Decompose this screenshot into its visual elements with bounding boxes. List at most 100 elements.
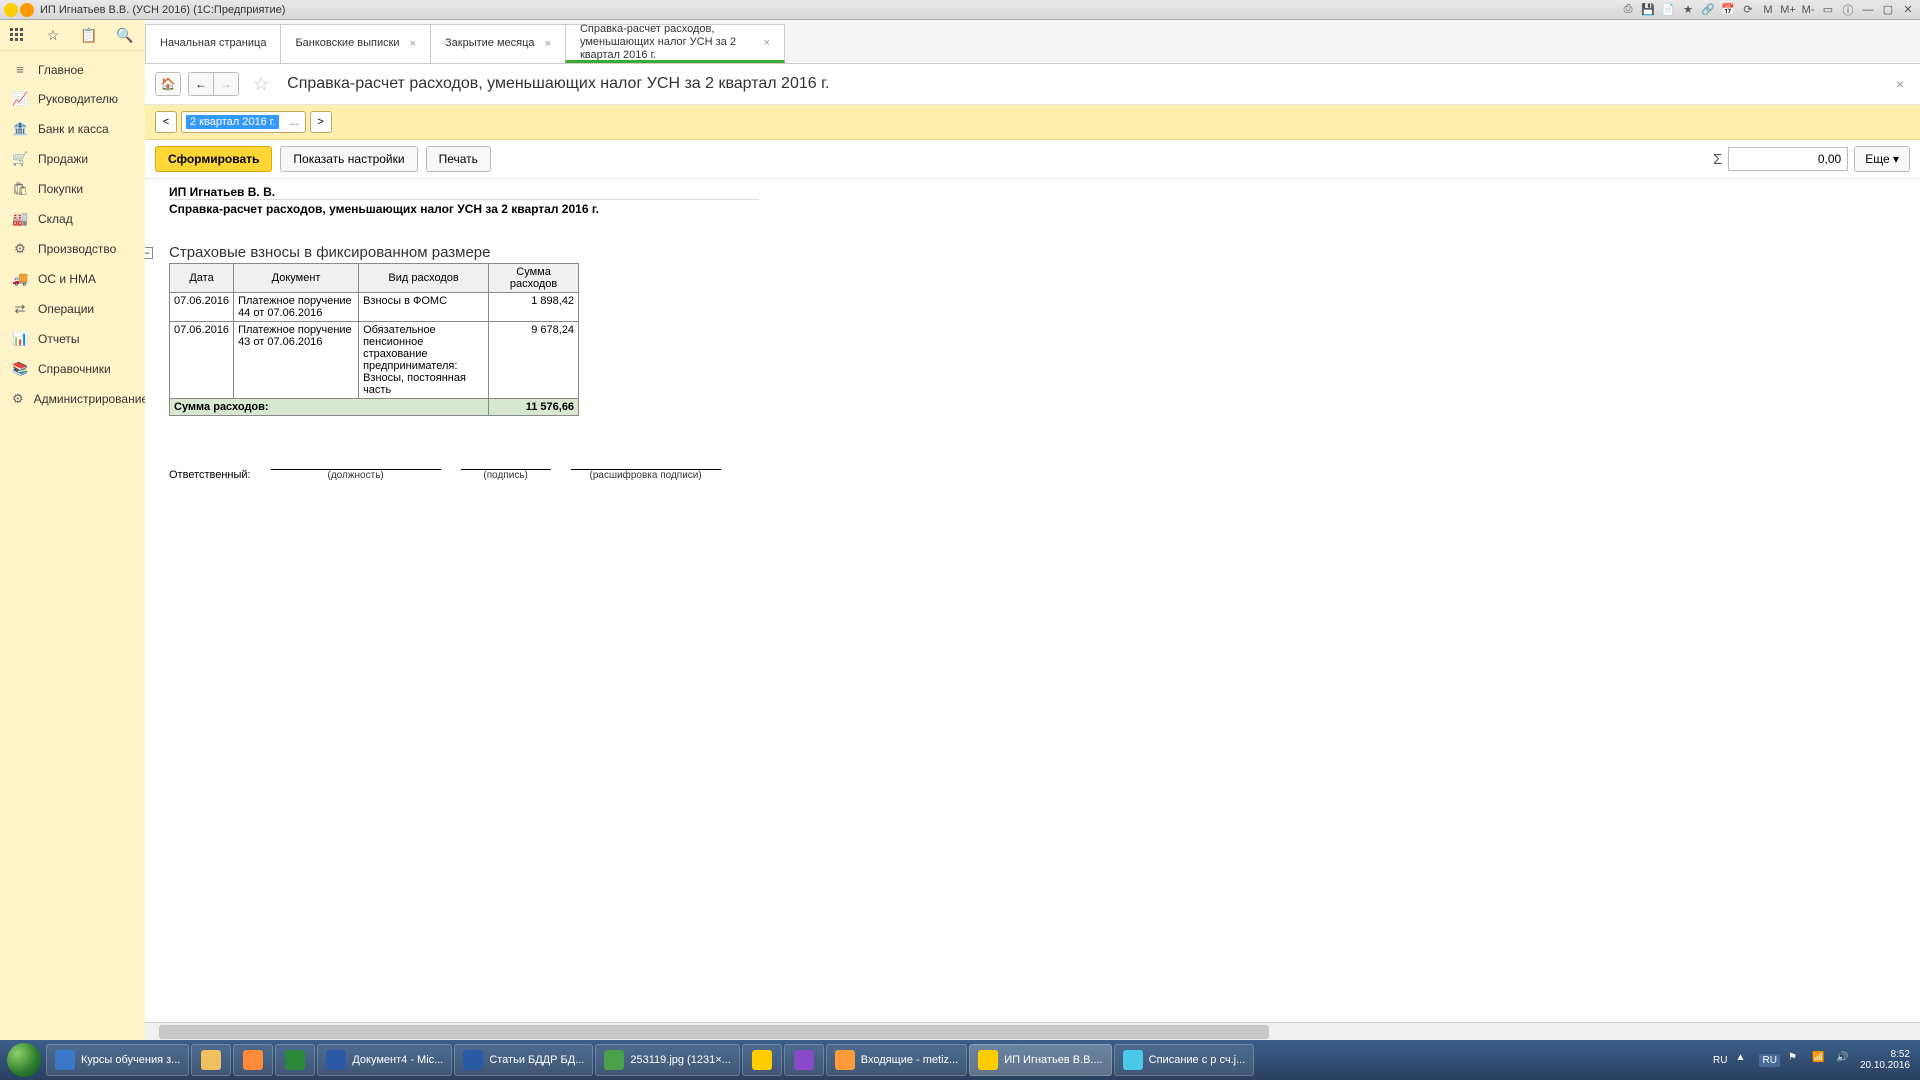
print-button[interactable]: Печать <box>426 146 491 172</box>
nav-production[interactable]: ⚙Производство <box>0 234 145 264</box>
nav-bank[interactable]: 🏦Банк и касса <box>0 114 145 144</box>
task-item[interactable] <box>275 1044 315 1076</box>
sidebar: ☆ 📋 🔍 ≡Главное 📈Руководителю 🏦Банк и кас… <box>0 20 145 1040</box>
show-settings-button[interactable]: Показать настройки <box>280 146 417 172</box>
clipboard-icon[interactable]: 📋 <box>80 26 98 44</box>
generate-button[interactable]: Сформировать <box>155 146 272 172</box>
volume-icon[interactable]: 🔊 <box>1836 1052 1852 1068</box>
nav-purchases[interactable]: 🛍Покупки <box>0 174 145 204</box>
period-input[interactable]: 2 квартал 2016 г. ... <box>181 111 306 133</box>
task-app-icon <box>752 1050 772 1070</box>
nav-sales[interactable]: 🛒Продажи <box>0 144 145 174</box>
gear-icon: ⚙ <box>12 391 24 407</box>
start-button[interactable] <box>4 1040 44 1080</box>
clock[interactable]: 8:52 20.10.2016 <box>1860 1049 1910 1071</box>
star-outline-icon[interactable]: ☆ <box>44 26 62 44</box>
task-label: Входящие - metiz... <box>861 1054 958 1066</box>
favorite-star-icon[interactable]: ☆ <box>253 74 269 95</box>
taskbar: Курсы обучения з... Документ4 - Mic...Ста… <box>0 1040 1920 1080</box>
col-type: Вид расходов <box>359 264 489 293</box>
bank-icon: 🏦 <box>12 121 28 137</box>
calc-icon[interactable]: 📄 <box>1660 2 1676 18</box>
nav-manager[interactable]: 📈Руководителю <box>0 84 145 114</box>
tab-bank[interactable]: Банковские выписки× <box>280 24 431 63</box>
nav-warehouse[interactable]: 🏭Склад <box>0 204 145 234</box>
keyboard-indicator[interactable]: RU <box>1759 1054 1779 1067</box>
more-button[interactable]: Еще ▾ <box>1854 146 1910 172</box>
titlebar: ИП Игнатьев В.В. (УСН 2016) (1С:Предприя… <box>0 0 1920 20</box>
task-item[interactable]: ИП Игнатьев В.В.... <box>969 1044 1111 1076</box>
print-icon[interactable]: ⎙ <box>1620 2 1636 18</box>
table-row[interactable]: 07.06.2016 Платежное поручение 43 от 07.… <box>170 322 579 399</box>
task-item[interactable] <box>742 1044 782 1076</box>
cell-type: Обязательное пенсионное страхование пред… <box>359 322 489 399</box>
apps-icon[interactable] <box>8 26 26 44</box>
panel-icon[interactable]: ▭ <box>1820 2 1836 18</box>
total-label: Сумма расходов: <box>170 399 489 416</box>
close-page-button[interactable]: × <box>1890 76 1910 92</box>
back-button[interactable]: ← <box>188 72 214 96</box>
report-area: − ИП Игнатьев В. В. Справка-расчет расхо… <box>145 179 1920 1022</box>
collapse-toggle-icon[interactable]: − <box>145 247 153 259</box>
star-icon[interactable]: ★ <box>1680 2 1696 18</box>
nav-operations[interactable]: ⇄Операции <box>0 294 145 324</box>
chart-icon: 📊 <box>12 331 28 347</box>
nav-reports[interactable]: 📊Отчеты <box>0 324 145 354</box>
table-total-row: Сумма расходов: 11 576,66 <box>170 399 579 416</box>
nav-label: ОС и НМА <box>38 272 96 286</box>
flag-icon[interactable]: ⚑ <box>1788 1052 1804 1068</box>
home-button[interactable]: 🏠 <box>155 72 181 96</box>
task-item[interactable] <box>191 1044 231 1076</box>
task-item[interactable]: Входящие - metiz... <box>826 1044 967 1076</box>
refresh-icon[interactable]: ⟳ <box>1740 2 1756 18</box>
tray-icon[interactable]: ▲ <box>1735 1052 1751 1068</box>
signature-sign: (подпись) <box>461 456 551 481</box>
save-icon[interactable]: 💾 <box>1640 2 1656 18</box>
network-icon[interactable]: 📶 <box>1812 1052 1828 1068</box>
scrollbar-thumb[interactable] <box>159 1025 1269 1039</box>
forward-button[interactable]: → <box>213 72 239 96</box>
info-icon[interactable]: ⓘ <box>1840 2 1856 18</box>
nav-label: Администрирование <box>34 392 148 406</box>
report-section: Страховые взносы в фиксированном размере <box>169 244 1415 261</box>
task-item[interactable] <box>233 1044 273 1076</box>
nav-admin[interactable]: ⚙ Администрирование <box>0 384 145 414</box>
tabs-bar: Начальная страница Банковские выписки× З… <box>145 20 1920 64</box>
close-button[interactable]: ✕ <box>1900 2 1916 18</box>
close-icon[interactable]: × <box>764 37 770 49</box>
task-item[interactable]: Статьи БДДР БД... <box>454 1044 593 1076</box>
maximize-button[interactable]: ▢ <box>1880 2 1896 18</box>
tab-close-month[interactable]: Закрытие месяца× <box>430 24 566 63</box>
sum-field[interactable] <box>1728 147 1848 171</box>
window-title: ИП Игнатьев В.В. (УСН 2016) (1С:Предприя… <box>40 4 285 16</box>
period-next-button[interactable]: > <box>310 111 332 133</box>
task-item[interactable] <box>784 1044 824 1076</box>
task-item[interactable]: 253119.jpg (1231×... <box>595 1044 739 1076</box>
mminus-icon[interactable]: M- <box>1800 2 1816 18</box>
table-row[interactable]: 07.06.2016 Платежное поручение 44 от 07.… <box>170 293 579 322</box>
nav-assets[interactable]: 🚚ОС и НМА <box>0 264 145 294</box>
minimize-button[interactable]: — <box>1860 2 1876 18</box>
period-prev-button[interactable]: < <box>155 111 177 133</box>
nav-catalogs[interactable]: 📚Справочники <box>0 354 145 384</box>
task-item[interactable]: Списание с р сч.j... <box>1114 1044 1255 1076</box>
close-icon[interactable]: × <box>410 38 416 50</box>
horizontal-scrollbar[interactable] <box>145 1022 1920 1040</box>
calendar-icon[interactable]: 📅 <box>1720 2 1736 18</box>
date: 20.10.2016 <box>1860 1060 1910 1071</box>
m-icon[interactable]: M <box>1760 2 1776 18</box>
task-label: 253119.jpg (1231×... <box>630 1054 730 1066</box>
close-icon[interactable]: × <box>545 38 551 50</box>
tab-start[interactable]: Начальная страница <box>145 24 281 63</box>
search-icon[interactable]: 🔍 <box>116 26 134 44</box>
link-icon[interactable]: 🔗 <box>1700 2 1716 18</box>
nav-main[interactable]: ≡Главное <box>0 55 145 84</box>
col-sum: Сумма расходов <box>489 264 579 293</box>
task-item[interactable]: Документ4 - Mic... <box>317 1044 452 1076</box>
lang-indicator[interactable]: RU <box>1713 1055 1727 1066</box>
mplus-icon[interactable]: M+ <box>1780 2 1796 18</box>
period-picker-icon[interactable]: ... <box>285 116 302 128</box>
tab-report[interactable]: Справка-расчет расходов, уменьшающих нал… <box>565 24 785 63</box>
sign-line <box>461 456 551 470</box>
task-item[interactable]: Курсы обучения з... <box>46 1044 189 1076</box>
